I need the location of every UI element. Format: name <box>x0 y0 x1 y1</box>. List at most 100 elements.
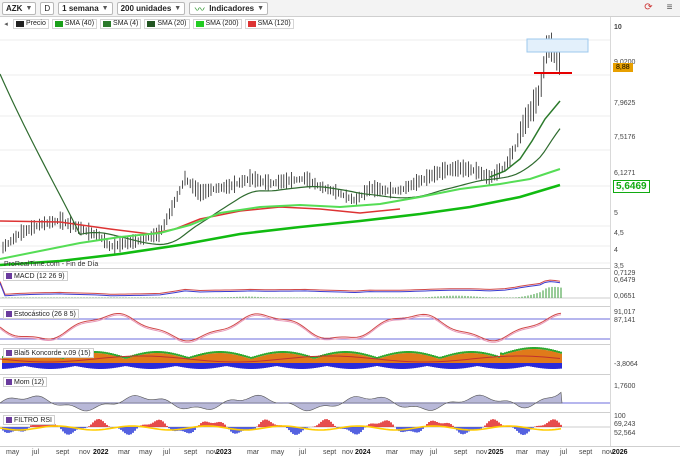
stochastic-chart[interactable] <box>0 307 610 345</box>
watermark: ProRealTime.com - Fin de Día <box>4 261 99 268</box>
period-label: 1 semana <box>62 3 99 13</box>
time-label: mar <box>247 449 260 456</box>
price-panel <box>0 29 610 268</box>
time-label: nov <box>342 449 354 456</box>
legend-swatch <box>103 20 112 27</box>
momentum-label: Mom (12) <box>3 377 47 387</box>
time-label: 2026 <box>612 449 628 456</box>
momentum-area <box>0 391 563 412</box>
indicator-tick: 100 <box>614 413 626 420</box>
indicator-tick: -3,8064 <box>614 361 638 368</box>
indicators-button[interactable]: 〰 Indicadores ▼ <box>189 1 269 16</box>
momentum-axis: 1,7600 <box>610 374 680 412</box>
macd-chart[interactable] <box>0 269 610 307</box>
legend-item[interactable]: SMA (120) <box>244 18 294 29</box>
rsi-title: FILTRO RSI <box>14 416 52 424</box>
indicator-tick: 0,7129 <box>614 270 636 277</box>
indicator-icon <box>6 417 12 423</box>
legend-item[interactable]: SMA (20) <box>144 18 190 29</box>
price-tag: 5,6469 <box>613 180 650 193</box>
price-tick: 4 <box>614 247 618 254</box>
momentum-title: Mom (12) <box>14 378 44 386</box>
time-label: jul <box>32 449 40 456</box>
time-label: 2022 <box>93 449 109 456</box>
price-chart[interactable] <box>0 29 610 268</box>
indicator-tick: 91,017 <box>614 309 636 316</box>
menu-icon[interactable]: ≡ <box>663 1 676 14</box>
legend-item[interactable]: SMA (4) <box>100 18 142 29</box>
time-label: may <box>139 449 153 456</box>
toolbar-right-icons: ⟳ ≡ <box>642 1 676 14</box>
koncorde-title: Blai5 Koncorde v.09 (15) <box>14 349 91 357</box>
indicators-icon: 〰 <box>194 4 205 16</box>
rsi-chart[interactable] <box>0 413 610 447</box>
legend-swatch <box>247 20 256 27</box>
sma4-line <box>489 100 561 178</box>
price-tick: 6,1271 <box>614 170 636 177</box>
period-selector[interactable]: 1 semana ▼ <box>58 1 113 15</box>
time-axis[interactable]: may jul sept nov 2022 mar may jul sept nov 2023 mar… <box>0 446 680 459</box>
time-label: 2023 <box>216 449 232 456</box>
price-tick: 7,5176 <box>614 134 636 141</box>
time-label: sept <box>56 449 70 456</box>
time-label: jul <box>299 449 307 456</box>
koncorde-axis: -3,8064 <box>610 344 680 374</box>
time-label: may <box>6 449 20 456</box>
indicator-tick: 0,0651 <box>614 293 636 300</box>
macd-label: MACD (12 26 9) <box>3 271 68 281</box>
macd-signal-line <box>0 279 561 295</box>
units-label: 200 unidades <box>120 3 172 13</box>
stochastic-panel: Estocástico (26 8 5) <box>0 306 610 344</box>
rsi-axis: 100 69,243 52,564 <box>610 412 680 446</box>
legend-label: SMA (40) <box>64 20 95 27</box>
time-label: mar <box>516 449 529 456</box>
koncorde-label: Blai5 Koncorde v.09 (15) <box>3 348 94 358</box>
indicator-tick: 52,564 <box>614 430 636 437</box>
sma20-line <box>0 73 561 246</box>
time-label: mar <box>386 449 399 456</box>
time-label: sept <box>323 449 337 456</box>
koncorde-panel: Blai5 Koncorde v.09 (15) <box>0 344 610 374</box>
symbol-selector[interactable]: AZK ▼ <box>2 1 37 15</box>
time-label: 2024 <box>355 449 371 456</box>
stochastic-axis: 91,017 87,141 <box>610 306 680 344</box>
symbol-label: AZK <box>6 3 23 13</box>
rsi-label: FILTRO RSI <box>3 415 55 425</box>
legend-label: SMA (4) <box>113 20 139 27</box>
indicator-icon <box>6 350 12 356</box>
macd-panel: MACD (12 26 9) <box>0 268 610 306</box>
legend-label: SMA (20) <box>157 20 187 27</box>
stochastic-label: Estocástico (26 8 5) <box>3 309 79 319</box>
price-tick: 10 <box>614 24 622 31</box>
legend-swatch <box>195 20 204 27</box>
chevron-down-icon: ▼ <box>174 4 182 12</box>
price-tick: 4,5 <box>614 230 624 237</box>
indicator-tick: 1,7600 <box>614 383 636 390</box>
momentum-panel: Mom (12) <box>0 374 610 412</box>
indicators-label: Indicadores <box>209 3 255 13</box>
d-label: D <box>44 3 51 13</box>
units-selector[interactable]: 200 unidades ▼ <box>116 1 186 15</box>
chevron-down-icon: ▼ <box>257 4 265 12</box>
legend-item[interactable]: SMA (200) <box>192 18 242 29</box>
momentum-chart[interactable] <box>0 375 610 413</box>
legend-item[interactable]: SMA (40) <box>51 18 98 29</box>
rsi-panel: FILTRO RSI <box>0 412 610 446</box>
time-label: nov <box>476 449 488 456</box>
time-label: sept <box>579 449 593 456</box>
resistance-zone <box>526 38 589 53</box>
legend-label: SMA (120) <box>257 20 291 27</box>
indicator-icon <box>6 379 12 385</box>
stochastic-title: Estocástico (26 8 5) <box>14 310 76 318</box>
legend-item[interactable]: Precio <box>13 18 49 29</box>
chart-app: AZK ▼ D 1 semana ▼ 200 unidades ▼ 〰 Indi… <box>0 0 680 459</box>
macd-axis: 0,7129 0,6479 0,0651 <box>610 268 680 306</box>
d-button[interactable]: D <box>40 1 55 15</box>
legend-label: Precio <box>26 20 46 27</box>
price-tag: 8,88 <box>613 63 633 72</box>
indicator-tick: 69,243 <box>614 421 636 428</box>
price-axis[interactable]: 109,02007,96257,51766,127154,543,58,885,… <box>610 17 680 270</box>
indicator-icon <box>6 311 12 317</box>
time-label: may <box>271 449 285 456</box>
refresh-icon[interactable]: ⟳ <box>642 1 655 14</box>
